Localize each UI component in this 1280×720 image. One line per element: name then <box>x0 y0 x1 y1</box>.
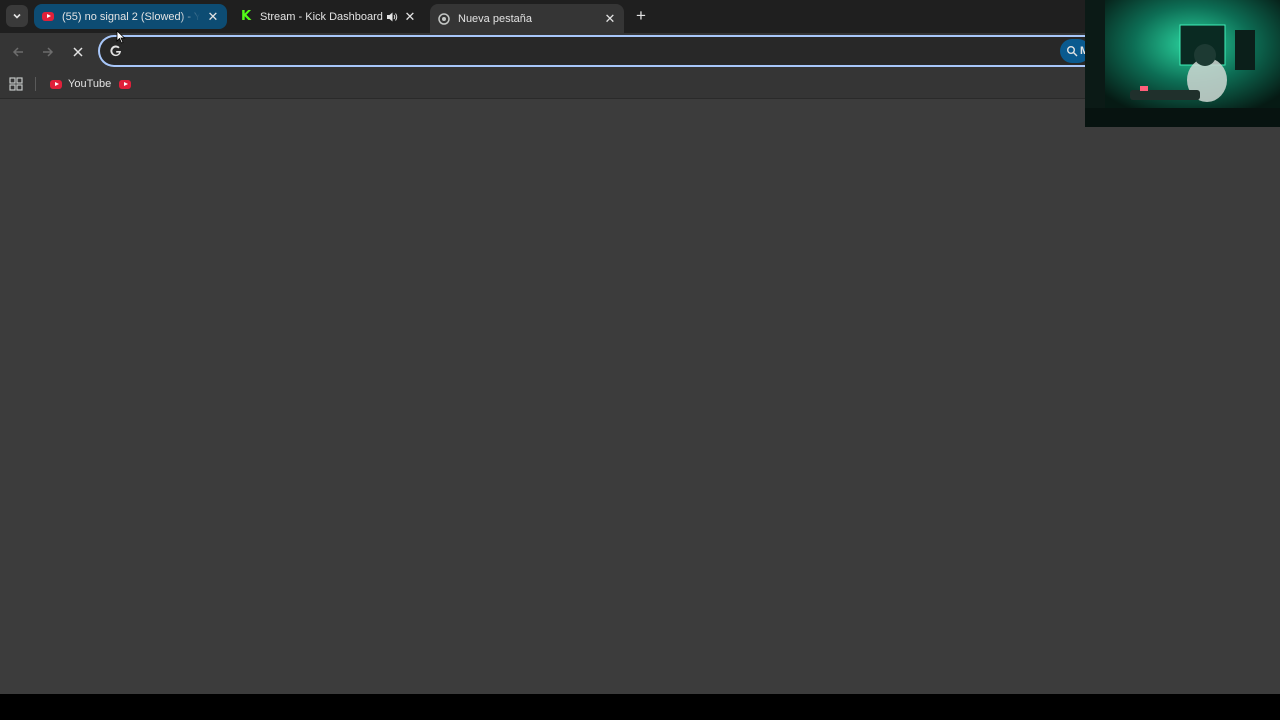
webcam-image <box>1085 0 1280 127</box>
back-button[interactable] <box>8 42 28 62</box>
bookmark-label: YouTube <box>68 78 112 90</box>
arrow-right-icon <box>43 47 54 57</box>
speaker-icon[interactable] <box>384 9 400 25</box>
page-content <box>0 99 1280 694</box>
tab-title: Stream - Kick Dashboard <box>260 10 383 23</box>
stop-loading-button[interactable] <box>68 42 88 62</box>
close-icon[interactable]: ✕ <box>205 9 221 25</box>
kick-icon: K <box>240 9 252 24</box>
new-tab-button[interactable]: + <box>632 6 650 25</box>
address-bar[interactable]: M <box>100 37 1110 65</box>
plus-icon: + <box>636 6 646 25</box>
search-sparkle-icon <box>1067 46 1078 57</box>
tab-kick-dashboard[interactable]: K Stream - Kick Dashboard ✕ <box>232 4 424 29</box>
google-icon <box>110 45 121 57</box>
tab-title: (55) no signal 2 (Slowed) - YouTube <box>62 10 200 23</box>
youtube-icon <box>119 79 131 89</box>
tab-search-button[interactable] <box>6 5 28 27</box>
mouse-cursor-icon <box>116 30 126 44</box>
tab-youtube[interactable]: (55) no signal 2 (Slowed) - YouTube ✕ <box>34 4 227 29</box>
bookmarks-divider <box>35 77 36 91</box>
youtube-icon <box>50 79 62 89</box>
apps-grid-icon[interactable] <box>9 77 23 91</box>
bookmark-youtube[interactable]: YouTube <box>50 76 111 92</box>
arrow-left-icon <box>12 47 23 57</box>
chrome-icon <box>438 12 450 25</box>
close-icon[interactable]: ✕ <box>602 11 618 27</box>
close-icon <box>73 47 83 57</box>
youtube-icon <box>42 11 54 23</box>
forward-button[interactable] <box>38 42 58 62</box>
bookmark-youtube-2[interactable] <box>119 76 137 92</box>
tab-title: Nueva pestaña <box>458 12 532 25</box>
close-icon[interactable]: ✕ <box>402 9 418 25</box>
tab-new-tab[interactable]: Nueva pestaña ✕ <box>430 4 624 33</box>
chevron-down-icon <box>13 13 21 19</box>
webcam-overlay <box>1085 0 1280 127</box>
